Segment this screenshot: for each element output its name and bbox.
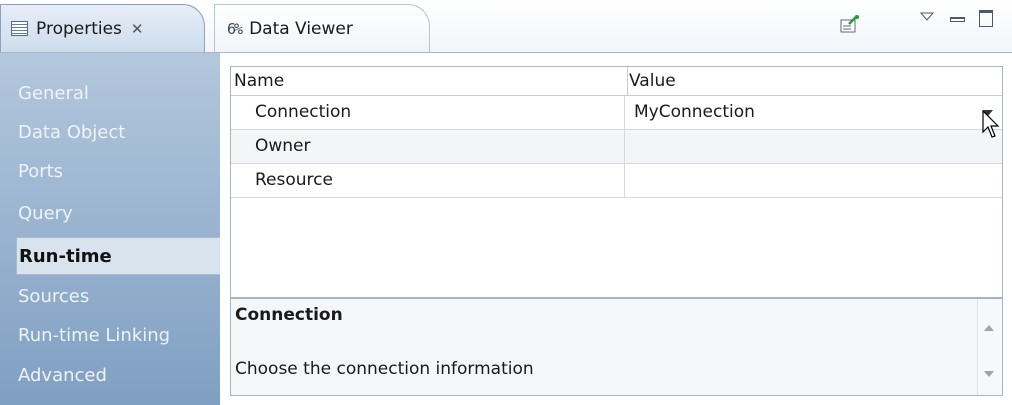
scroll-up-icon[interactable]: [984, 325, 994, 331]
table-row[interactable]: Connection MyConnection: [231, 96, 1002, 130]
nav-item-advanced[interactable]: Advanced: [0, 357, 220, 395]
nav-item-sources[interactable]: Sources: [0, 278, 220, 316]
property-sections-nav: General Data Object Ports Query Run-time…: [0, 53, 220, 405]
nav-item-query[interactable]: Query: [0, 195, 220, 233]
scroll-down-icon[interactable]: [984, 371, 994, 377]
property-name: Owner: [231, 130, 625, 163]
property-table: Name Value Connection MyConnection Owner…: [230, 66, 1003, 298]
column-header-value[interactable]: Value: [626, 67, 1003, 95]
description-title: Connection: [235, 305, 343, 325]
description-scrollbar[interactable]: [977, 299, 1002, 395]
table-row[interactable]: Resource: [231, 164, 1002, 198]
view-tab-bar: Properties ✕ 6% Data Viewer: [0, 0, 1012, 53]
description-text: Choose the connection information: [235, 359, 534, 379]
property-value[interactable]: MyConnection: [626, 96, 1002, 129]
property-description-panel: Connection Choose the connection informa…: [230, 298, 1003, 396]
nav-item-general[interactable]: General: [0, 75, 220, 113]
property-name: Connection: [231, 96, 625, 129]
chevron-down-icon[interactable]: [977, 102, 999, 124]
close-icon[interactable]: ✕: [131, 20, 144, 38]
nav-item-ports[interactable]: Ports: [0, 153, 220, 191]
table-header: Name Value: [231, 67, 1002, 96]
table-row[interactable]: Owner: [231, 130, 1002, 164]
pin-icon[interactable]: [840, 15, 860, 33]
maximize-icon[interactable]: [979, 10, 993, 27]
tab-properties[interactable]: Properties ✕: [0, 4, 205, 52]
tab-data-viewer[interactable]: 6% Data Viewer: [214, 4, 430, 52]
properties-icon: [11, 21, 28, 36]
data-viewer-icon: 6%: [227, 19, 243, 38]
nav-item-run-time[interactable]: Run-time: [16, 237, 220, 275]
tab-properties-label: Properties: [36, 18, 122, 39]
view-menu-icon[interactable]: [920, 12, 934, 22]
column-header-name[interactable]: Name: [231, 67, 628, 95]
property-value[interactable]: [626, 164, 1002, 197]
nav-item-data-object[interactable]: Data Object: [0, 114, 220, 152]
tab-data-viewer-label: Data Viewer: [249, 18, 353, 39]
minimize-icon[interactable]: [950, 17, 965, 22]
nav-item-run-time-linking[interactable]: Run-time Linking: [0, 317, 220, 355]
property-value[interactable]: [626, 130, 1002, 163]
property-name: Resource: [231, 164, 625, 197]
